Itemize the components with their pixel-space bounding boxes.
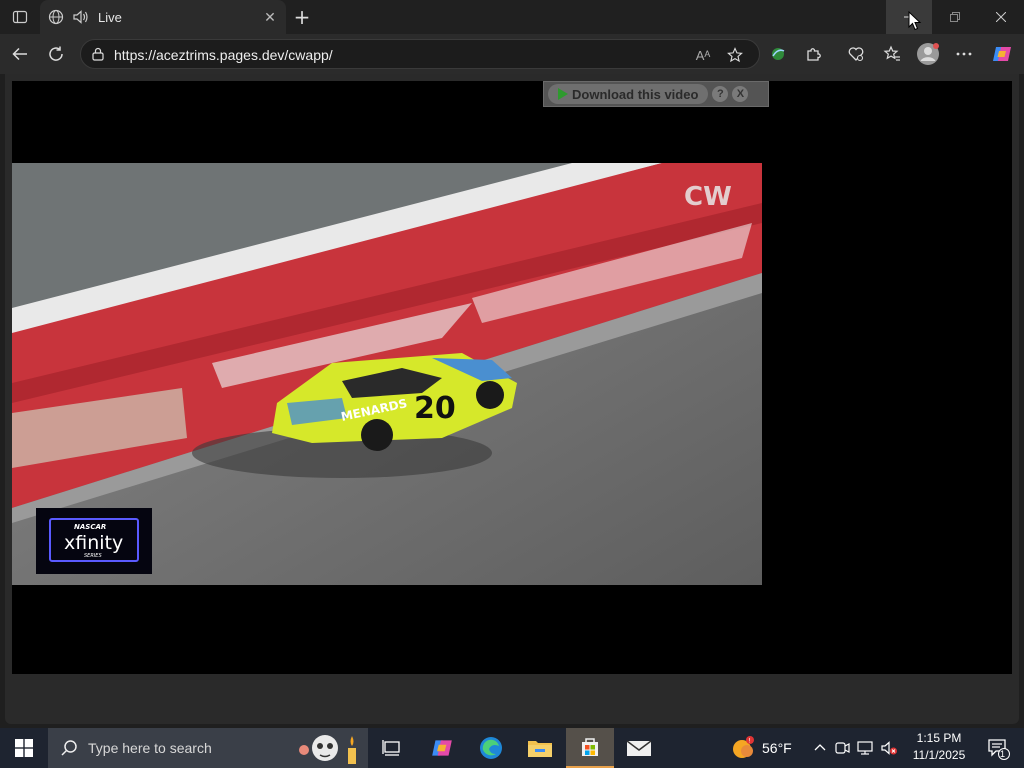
- favorite-star-icon[interactable]: [725, 45, 745, 65]
- taskbar-clock[interactable]: 1:15 PM 11/1/2025: [906, 730, 972, 766]
- read-aloud-icon[interactable]: Aᴬ: [693, 45, 713, 65]
- help-icon[interactable]: ?: [712, 86, 729, 102]
- play-icon: [558, 88, 568, 100]
- race-video-image: 20 MENARDS CW NASCAR xfinity SERIES: [12, 163, 762, 585]
- close-download-bar-icon[interactable]: X: [732, 86, 749, 102]
- maximize-button[interactable]: [932, 0, 978, 34]
- more-horizontal-icon: [956, 52, 972, 56]
- download-bar: Download this video ? X: [543, 81, 769, 107]
- series-text: SERIES: [84, 553, 102, 559]
- network-logo-text: CW: [684, 182, 732, 212]
- store-icon: [582, 738, 598, 756]
- chevron-up-icon[interactable]: [812, 740, 828, 756]
- address-bar[interactable]: https://aceztrims.pages.dev/cwapp/ Aᴬ: [80, 39, 760, 69]
- favorites-list-icon: [883, 45, 900, 61]
- profile-button[interactable]: [914, 40, 942, 68]
- tab-actions-button[interactable]: [8, 6, 32, 28]
- close-window-button[interactable]: [978, 0, 1024, 34]
- taskbar: Type here to search ! 56°F 1:15 PM 11/1/…: [0, 728, 1024, 768]
- windows-logo-icon: [15, 739, 33, 757]
- tab-actions-icon: [12, 10, 28, 24]
- notification-count: 1: [1000, 749, 1006, 759]
- copilot-taskbar-button[interactable]: [418, 728, 466, 768]
- speaker-icon[interactable]: [72, 9, 90, 25]
- car-number-text: 20: [414, 391, 456, 426]
- video-frame[interactable]: 20 MENARDS CW NASCAR xfinity SERIES: [12, 163, 762, 585]
- globe-icon: [48, 9, 64, 25]
- page-content: 20 MENARDS CW NASCAR xfinity SERIES Down…: [5, 74, 1019, 724]
- favorites-button[interactable]: [878, 40, 906, 68]
- video-player[interactable]: 20 MENARDS CW NASCAR xfinity SERIES Down…: [12, 81, 1012, 674]
- window-controls: [886, 0, 1024, 34]
- search-placeholder: Type here to search: [88, 740, 212, 756]
- weather-widget[interactable]: ! 56°F: [730, 728, 792, 768]
- copilot-button[interactable]: [988, 40, 1016, 68]
- browser-window: Live ✕ + https://aceztrims.pages.dev/cwa…: [0, 0, 1024, 728]
- network-icon[interactable]: [856, 740, 874, 756]
- address-url[interactable]: https://aceztrims.pages.dev/cwapp/: [114, 47, 333, 63]
- avatar-icon: [917, 43, 939, 65]
- settings-more-button[interactable]: [950, 40, 978, 68]
- clock-time: 1:15 PM: [916, 731, 962, 745]
- volume-muted-icon[interactable]: [880, 740, 898, 756]
- folder-icon: [528, 741, 552, 757]
- back-button[interactable]: [6, 40, 34, 68]
- copilot-icon: [993, 47, 1011, 61]
- edge-taskbar-button[interactable]: [467, 728, 515, 768]
- nascar-text: NASCAR: [74, 523, 106, 531]
- system-tray: [812, 728, 898, 768]
- task-view-icon: [382, 740, 400, 756]
- site-info-icon[interactable]: [91, 47, 105, 61]
- copilot-app-icon: [432, 740, 452, 756]
- browser-toolbar: https://aceztrims.pages.dev/cwapp/ Aᴬ: [0, 34, 1024, 74]
- search-highlight-icon: [299, 735, 356, 764]
- browser-essentials-button[interactable]: [842, 40, 870, 68]
- arrow-left-icon: [12, 47, 27, 61]
- mail-icon: [626, 740, 652, 756]
- task-view-button[interactable]: [368, 728, 416, 768]
- store-button[interactable]: [566, 728, 614, 768]
- edge-icon: [480, 737, 502, 759]
- svg-text:!: !: [749, 738, 751, 745]
- search-icon: [61, 740, 77, 756]
- meet-now-icon[interactable]: [834, 740, 850, 756]
- tab-title: Live: [98, 9, 122, 25]
- taskbar-search-box[interactable]: Type here to search: [48, 728, 368, 768]
- weather-temperature: 56°F: [762, 740, 792, 756]
- new-tab-button[interactable]: +: [290, 5, 314, 29]
- close-icon: [996, 12, 1006, 22]
- extension-leaf-button[interactable]: [764, 40, 792, 68]
- file-explorer-button[interactable]: [516, 728, 564, 768]
- clock-date: 11/1/2025: [912, 748, 966, 762]
- weather-icon: !: [733, 736, 754, 758]
- download-label: Download this video: [572, 86, 699, 102]
- xfinity-text: xfinity: [64, 532, 123, 554]
- close-tab-icon[interactable]: ✕: [262, 9, 278, 25]
- refresh-button[interactable]: [42, 40, 70, 68]
- extension-leaf-icon: [772, 48, 785, 60]
- restore-icon: [950, 12, 960, 22]
- mail-button[interactable]: [615, 728, 663, 768]
- mouse-cursor-icon: [908, 11, 922, 31]
- start-button[interactable]: [0, 728, 48, 768]
- notification-icon: [988, 739, 1010, 760]
- tab-strip: Live ✕ +: [0, 0, 1024, 34]
- heartbeat-icon: [848, 47, 864, 62]
- extensions-button[interactable]: [800, 40, 828, 68]
- notification-center-button[interactable]: 1: [978, 728, 1018, 768]
- refresh-icon: [49, 46, 63, 61]
- puzzle-icon: [807, 48, 821, 61]
- tab-live[interactable]: Live ✕: [40, 0, 286, 34]
- download-video-button[interactable]: Download this video: [548, 84, 709, 104]
